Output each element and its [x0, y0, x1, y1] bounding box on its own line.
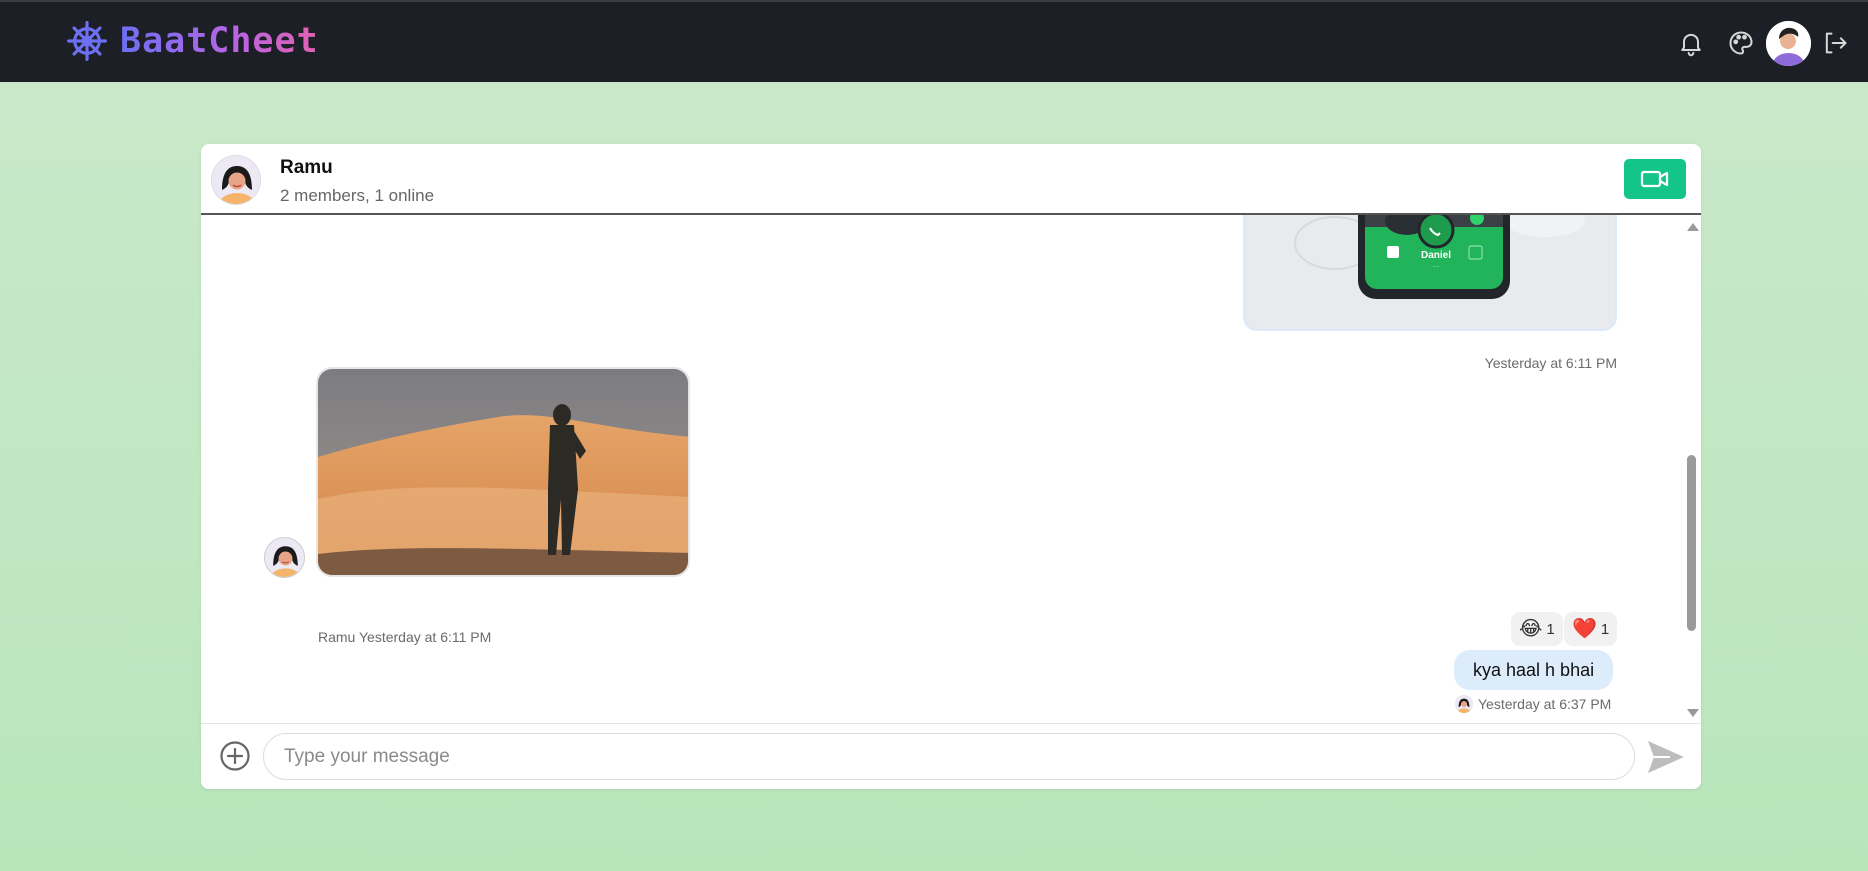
reaction-count: 1	[1600, 620, 1610, 638]
top-navbar: BaatCheet	[0, 0, 1868, 82]
scroll-down-arrow-icon[interactable]	[1687, 709, 1699, 717]
message-image: Daniel .....	[1245, 215, 1615, 329]
caller-status-text: .....	[1433, 263, 1440, 269]
avatar	[1455, 695, 1473, 713]
reaction-count: 1	[1546, 620, 1555, 638]
message-meta: Ramu Yesterday at 6:11 PM	[318, 629, 491, 645]
reaction-heart[interactable]: ❤️ 1	[1564, 612, 1618, 646]
profile-avatar[interactable]	[1766, 21, 1811, 66]
attach-button[interactable]	[219, 740, 251, 772]
video-call-button[interactable]	[1624, 159, 1686, 199]
message-timestamp: Yesterday at 6:37 PM	[1478, 696, 1612, 712]
logout-button[interactable]	[1818, 26, 1852, 60]
send-button[interactable]	[1646, 738, 1686, 776]
avatar	[265, 538, 304, 577]
heart-emoji-icon: ❤️	[1572, 618, 1597, 640]
chat-member-status: 2 members, 1 online	[280, 186, 435, 205]
avatar	[1766, 21, 1811, 66]
chat-avatar[interactable]	[211, 155, 261, 205]
video-camera-icon	[1640, 170, 1669, 188]
message-image	[318, 369, 688, 575]
message-input[interactable]	[263, 733, 1635, 780]
received-image-message[interactable]	[316, 367, 690, 577]
message-scrollbar[interactable]	[1683, 215, 1699, 723]
chat-window: Ramu 2 members, 1 online Daniel ..... Ye…	[201, 144, 1701, 789]
send-icon	[1648, 741, 1684, 773]
chat-title: Ramu	[280, 157, 333, 178]
message-timestamp: Yesterday at 6:11 PM	[359, 629, 492, 645]
scroll-up-arrow-icon[interactable]	[1687, 223, 1699, 231]
message-sender: Ramu	[318, 629, 356, 645]
sender-avatar[interactable]	[264, 537, 305, 578]
message-bubble[interactable]: kya haal h bhai	[1454, 650, 1614, 690]
reaction-laugh[interactable]: 😂 1	[1511, 612, 1563, 646]
laugh-emoji-icon: 😂	[1519, 618, 1543, 640]
avatar	[212, 156, 260, 204]
message-composer	[201, 723, 1701, 789]
plus-circle-icon	[220, 741, 250, 771]
read-receipt-avatar	[1455, 695, 1473, 713]
logout-icon	[1825, 32, 1847, 54]
scrollbar-thumb[interactable]	[1687, 455, 1696, 631]
message-list[interactable]: Daniel ..... Yesterday at 6:11 PM Ramu Y…	[201, 215, 1701, 723]
bell-icon	[1681, 33, 1701, 57]
theme-button[interactable]	[1724, 26, 1758, 60]
brand-name: BaatCheet	[120, 21, 319, 61]
palette-icon	[1729, 31, 1753, 55]
brand-logo[interactable]: BaatCheet	[66, 20, 319, 62]
sent-image-message[interactable]: Daniel .....	[1243, 215, 1617, 331]
chat-header: Ramu 2 members, 1 online	[201, 144, 1701, 215]
message-timestamp: Yesterday at 6:11 PM	[1484, 355, 1617, 371]
notifications-button[interactable]	[1674, 26, 1708, 60]
caller-name-text: Daniel	[1421, 250, 1451, 261]
ship-wheel-icon	[67, 21, 107, 61]
